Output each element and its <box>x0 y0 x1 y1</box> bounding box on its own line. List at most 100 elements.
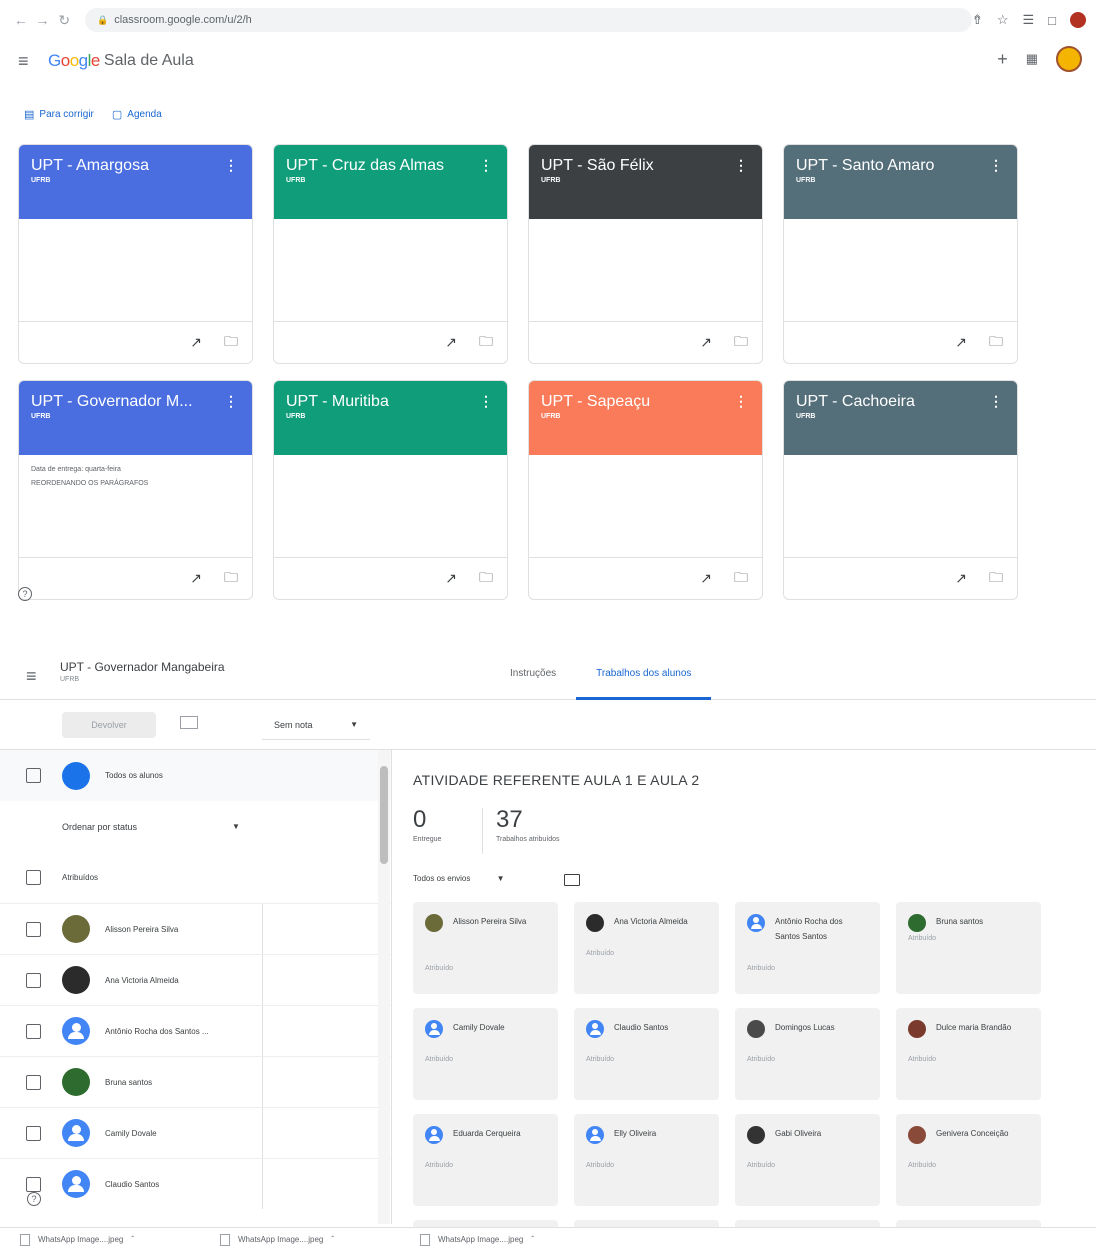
help-icon-bottom[interactable]: ? <box>27 1192 41 1206</box>
course-card[interactable]: UPT - Cachoeira UFRB ⋮ ↗ 🗀 <box>783 380 1018 600</box>
extensions-icon[interactable]: ☰ <box>1022 12 1034 28</box>
sort-row[interactable]: Ordenar por status ▼ <box>0 801 391 852</box>
grade-cell[interactable] <box>262 955 263 1005</box>
download-item[interactable]: WhatsApp Image....jpeg ˆ <box>420 1233 620 1246</box>
reload-icon[interactable]: ↻ <box>53 9 75 31</box>
student-submission-card[interactable]: Domingos Lucas Atribuído <box>735 1008 880 1100</box>
student-submission-card[interactable]: Gabi Oliveira Atribuído <box>735 1114 880 1206</box>
apps-grid-icon[interactable]: ▦ <box>1026 51 1038 67</box>
trending-icon[interactable]: ↗ <box>445 334 457 351</box>
student-row[interactable]: Bruna santos <box>0 1056 391 1107</box>
student-submission-card[interactable]: Elly Oliveira Atribuído <box>574 1114 719 1206</box>
more-options-icon[interactable]: ⋮ <box>224 157 238 174</box>
card-header[interactable]: UPT - Muritiba UFRB ⋮ <box>274 381 507 455</box>
folder-icon[interactable] <box>564 874 580 886</box>
account-avatar[interactable] <box>1056 46 1082 72</box>
grade-cell[interactable] <box>262 1108 263 1158</box>
checkbox[interactable] <box>26 1074 41 1090</box>
grade-cell[interactable] <box>262 1057 263 1107</box>
chevron-up-icon[interactable]: ˆ <box>131 1235 134 1244</box>
checkbox[interactable] <box>26 972 41 988</box>
card-header[interactable]: UPT - Santo Amaro UFRB ⋮ <box>784 145 1017 219</box>
tab-instructions[interactable]: Instruções <box>490 648 576 700</box>
chevron-up-icon[interactable]: ˆ <box>531 1235 534 1244</box>
add-class-icon[interactable]: + <box>997 49 1008 70</box>
more-options-icon[interactable]: ⋮ <box>734 393 748 410</box>
course-card[interactable]: UPT - Sapeaçu UFRB ⋮ ↗ 🗀 <box>528 380 763 600</box>
checkbox[interactable] <box>26 768 41 783</box>
forward-icon[interactable]: → <box>32 9 54 31</box>
grade-cell[interactable] <box>262 1159 263 1209</box>
folder-icon[interactable]: 🗀 <box>734 567 748 591</box>
trending-icon[interactable]: ↗ <box>955 570 967 587</box>
folder-icon[interactable]: 🗀 <box>224 331 238 355</box>
student-row[interactable]: Antônio Rocha dos Santos ... <box>0 1005 391 1056</box>
folder-icon[interactable]: 🗀 <box>989 567 1003 591</box>
assignment-link[interactable]: REORDENANDO OS PARÁGRAFOS <box>31 477 240 491</box>
student-submission-card[interactable]: Ana Victoria Almeida Atribuído <box>574 902 719 994</box>
submission-filter[interactable]: Todos os envios ▼ <box>413 874 505 883</box>
chevron-up-icon[interactable]: ˆ <box>331 1235 334 1244</box>
student-submission-card[interactable]: Genivera Conceição Atribuído <box>896 1114 1041 1206</box>
student-submission-card[interactable]: Camily Dovale Atribuído <box>413 1008 558 1100</box>
checkbox[interactable] <box>26 921 41 937</box>
share-icon[interactable]: ⇮ <box>972 12 983 28</box>
checkbox[interactable] <box>26 870 41 885</box>
back-icon[interactable]: ← <box>10 9 32 31</box>
trending-icon[interactable]: ↗ <box>700 334 712 351</box>
email-icon[interactable] <box>180 716 198 729</box>
more-options-icon[interactable]: ⋮ <box>989 393 1003 410</box>
calendar-link[interactable]: ▢ Agenda <box>112 108 162 121</box>
main-menu-icon[interactable]: ≡ <box>18 51 42 72</box>
profile-icon[interactable] <box>1070 12 1086 28</box>
tab-student-work[interactable]: Trabalhos dos alunos <box>576 648 712 700</box>
trending-icon[interactable]: ↗ <box>700 570 712 587</box>
folder-icon[interactable]: 🗀 <box>734 331 748 355</box>
student-submission-card[interactable]: Antônio Rocha dos Santos Santos Atribuíd… <box>735 902 880 994</box>
card-header[interactable]: UPT - Cruz das Almas UFRB ⋮ <box>274 145 507 219</box>
checkbox[interactable] <box>26 1125 41 1141</box>
card-header[interactable]: UPT - Cachoeira UFRB ⋮ <box>784 381 1017 455</box>
more-options-icon[interactable]: ⋮ <box>224 393 238 410</box>
all-students-row[interactable]: Todos os alunos <box>0 750 391 801</box>
course-card[interactable]: UPT - Amargosa UFRB ⋮ ↗ 🗀 <box>18 144 253 364</box>
download-item[interactable]: WhatsApp Image....jpeg ˆ <box>220 1233 420 1246</box>
trending-icon[interactable]: ↗ <box>190 334 202 351</box>
student-submission-card[interactable]: Alisson Pereira Silva Atribuído <box>413 902 558 994</box>
folder-icon[interactable]: 🗀 <box>224 567 238 591</box>
card-header[interactable]: UPT - Amargosa UFRB ⋮ <box>19 145 252 219</box>
folder-icon[interactable]: 🗀 <box>989 331 1003 355</box>
card-header[interactable]: UPT - São Félix UFRB ⋮ <box>529 145 762 219</box>
star-icon[interactable]: ☆ <box>997 12 1009 28</box>
student-row[interactable]: Ana Victoria Almeida <box>0 954 391 1005</box>
trending-icon[interactable]: ↗ <box>445 570 457 587</box>
grade-cell[interactable] <box>262 904 263 954</box>
class-title[interactable]: UPT - Governador Mangabeira <box>60 660 225 674</box>
class-menu-icon[interactable]: ≡ <box>26 666 37 687</box>
course-card[interactable]: UPT - Santo Amaro UFRB ⋮ ↗ 🗀 <box>783 144 1018 364</box>
return-button[interactable]: Devolver <box>62 712 156 738</box>
checkbox[interactable] <box>26 1023 41 1039</box>
more-options-icon[interactable]: ⋮ <box>734 157 748 174</box>
course-card[interactable]: UPT - Cruz das Almas UFRB ⋮ ↗ 🗀 <box>273 144 508 364</box>
card-header[interactable]: UPT - Sapeaçu UFRB ⋮ <box>529 381 762 455</box>
more-options-icon[interactable]: ⋮ <box>479 157 493 174</box>
course-card[interactable]: UPT - Muritiba UFRB ⋮ ↗ 🗀 <box>273 380 508 600</box>
student-submission-card[interactable]: Dulce maria Brandão Atribuído <box>896 1008 1041 1100</box>
more-options-icon[interactable]: ⋮ <box>989 157 1003 174</box>
help-icon[interactable]: ? <box>18 587 32 601</box>
checkbox[interactable] <box>26 1176 41 1192</box>
trending-icon[interactable]: ↗ <box>955 334 967 351</box>
student-row[interactable]: Alisson Pereira Silva <box>0 903 391 954</box>
student-submission-card[interactable]: Eduarda Cerqueira Atribuído <box>413 1114 558 1206</box>
more-options-icon[interactable]: ⋮ <box>479 393 493 410</box>
card-header[interactable]: UPT - Governador M... UFRB ⋮ <box>19 381 252 455</box>
student-row[interactable]: Claudio Santos <box>0 1158 391 1209</box>
student-row[interactable]: Camily Dovale <box>0 1107 391 1158</box>
scrollbar-thumb[interactable] <box>380 766 388 864</box>
grade-cell[interactable] <box>262 1006 263 1056</box>
folder-icon[interactable]: 🗀 <box>479 331 493 355</box>
grade-select[interactable]: Sem nota ▼ <box>262 710 370 740</box>
student-submission-card[interactable]: Bruna santos Atribuído <box>896 902 1041 994</box>
student-submission-card[interactable]: Claudio Santos Atribuído <box>574 1008 719 1100</box>
